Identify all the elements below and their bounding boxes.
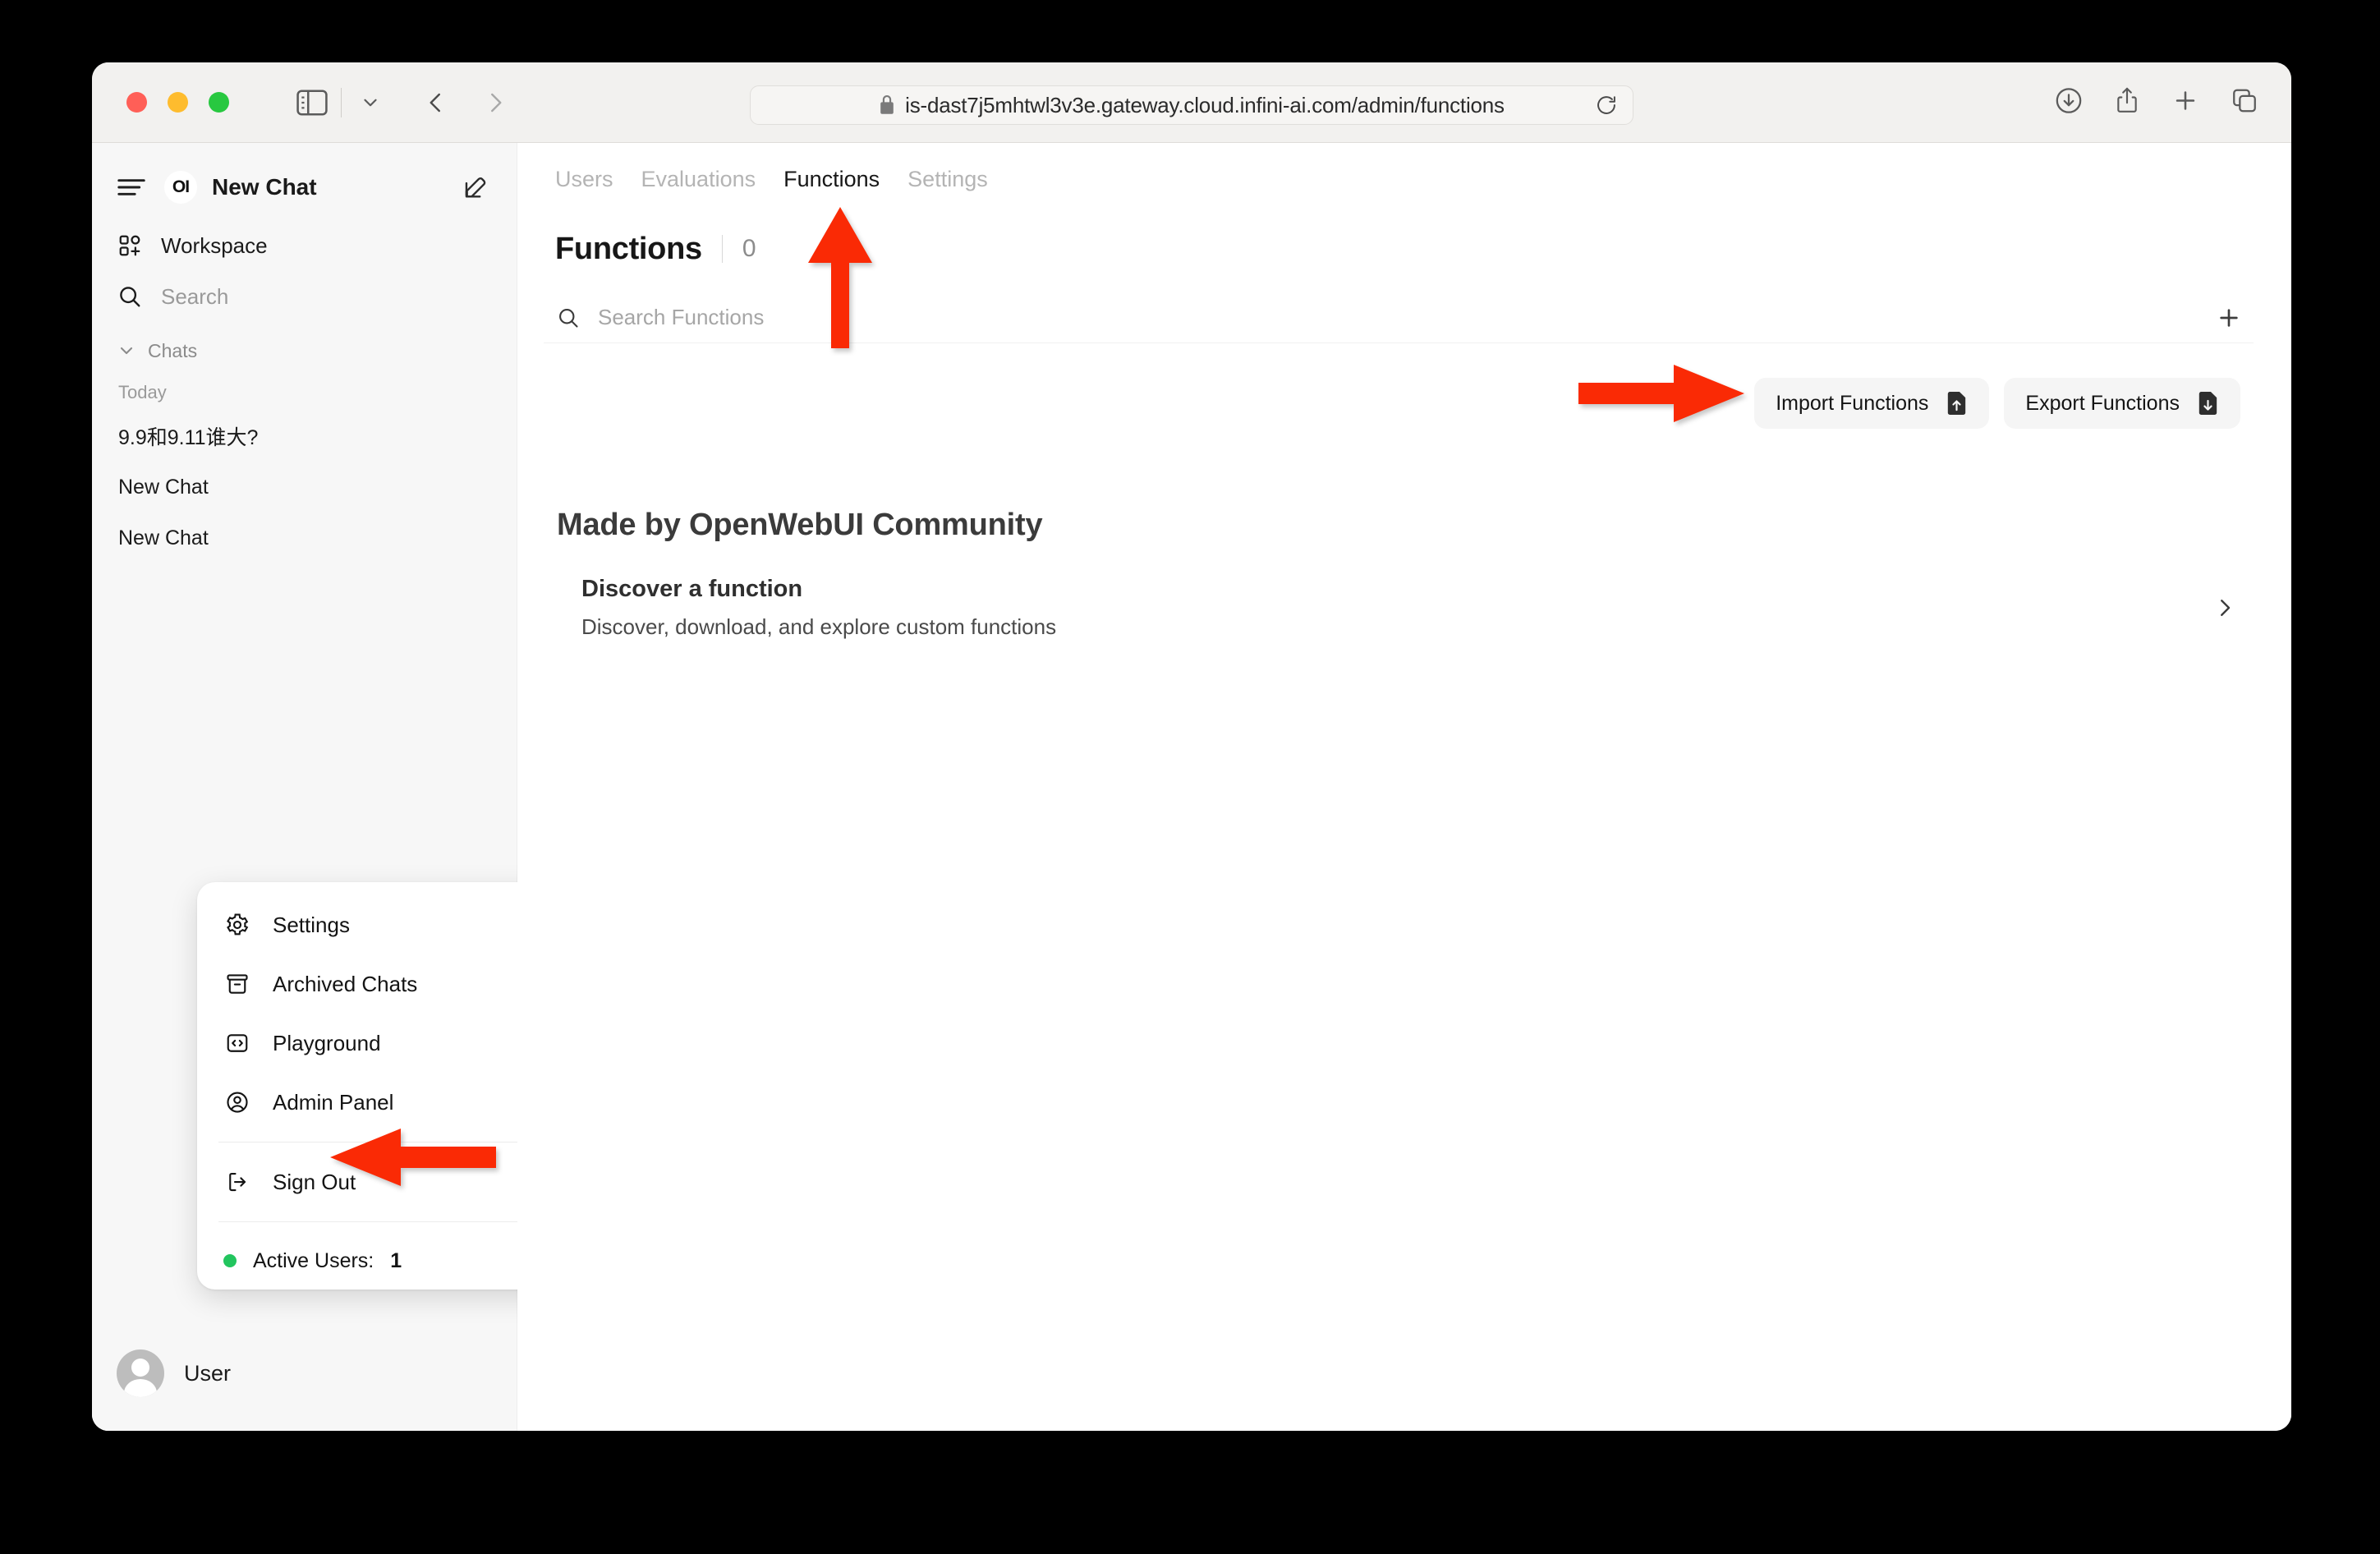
discover-function-row[interactable]: Discover a function Discover, download, … <box>557 576 2254 640</box>
export-functions-label: Export Functions <box>2025 391 2180 415</box>
page-title: Functions <box>555 231 702 266</box>
sidebar-item-workspace-label: Workspace <box>161 232 268 258</box>
menu-item-playground-label: Playground <box>273 1030 381 1055</box>
functions-search-row: Search Functions <box>544 292 2254 343</box>
archive-icon <box>222 972 253 996</box>
functions-count: 0 <box>742 235 756 262</box>
search-input[interactable]: Search Functions <box>598 305 764 330</box>
sidebar-header: OI New Chat <box>92 154 517 220</box>
discover-function-subtitle: Discover, download, and explore custom f… <box>581 614 1057 639</box>
sidebar-toggle-icon[interactable] <box>288 79 336 126</box>
discover-function-text: Discover a function Discover, download, … <box>581 576 1056 640</box>
code-brackets-icon <box>222 1031 253 1055</box>
menu-item-settings-label: Settings <box>273 912 350 937</box>
app-sidebar: OI New Chat Workspace Search Chats Today… <box>92 143 593 1431</box>
url-text: is-dast7j5mhtwl3v3e.gateway.cloud.infini… <box>905 92 1505 117</box>
functions-actions-row: Import Functions Export Functions <box>544 378 2254 429</box>
toolbar-right-buttons <box>2055 85 2258 119</box>
forward-arrow-icon[interactable] <box>471 79 519 126</box>
tab-overview-icon[interactable] <box>2231 86 2258 118</box>
close-window-button[interactable] <box>126 92 147 113</box>
list-item[interactable]: New Chat <box>92 513 517 563</box>
menu-item-archived-chats-label: Archived Chats <box>273 971 418 996</box>
sidebar-user-button[interactable]: User <box>92 1344 255 1403</box>
new-chat-edit-icon[interactable] <box>462 173 490 201</box>
admin-main-panel: Users Evaluations Functions Settings Fun… <box>517 143 2291 1431</box>
toolbar-divider <box>341 87 342 117</box>
upload-document-icon <box>1946 392 1968 415</box>
import-functions-label: Import Functions <box>1776 391 1929 415</box>
minimize-window-button[interactable] <box>168 92 188 113</box>
address-bar-container: is-dast7j5mhtwl3v3e.gateway.cloud.infini… <box>750 85 1633 125</box>
user-circle-icon <box>222 1090 253 1115</box>
search-icon <box>117 284 143 309</box>
list-item[interactable]: New Chat <box>92 462 517 513</box>
tab-functions[interactable]: Functions <box>783 167 880 192</box>
admin-tabs: Users Evaluations Functions Settings <box>544 143 2254 215</box>
downloads-icon[interactable] <box>2055 86 2083 118</box>
chevron-down-icon[interactable] <box>347 79 394 126</box>
chats-section-toggle[interactable]: Chats <box>92 327 517 375</box>
tab-users[interactable]: Users <box>555 167 613 192</box>
search-icon <box>557 306 580 329</box>
lock-icon <box>879 95 895 115</box>
page-title-row: Functions 0 <box>544 223 2254 274</box>
community-heading: Made by OpenWebUI Community <box>557 508 1043 542</box>
share-icon[interactable] <box>2114 85 2140 119</box>
avatar <box>117 1349 164 1397</box>
export-functions-button[interactable]: Export Functions <box>2004 378 2240 429</box>
chats-section-label: Chats <box>148 339 198 361</box>
gear-icon <box>222 913 253 937</box>
sidebar-toggle-group <box>288 79 394 126</box>
discover-function-title: Discover a function <box>581 576 803 602</box>
navigation-buttons <box>412 79 519 126</box>
tab-evaluations[interactable]: Evaluations <box>641 167 756 192</box>
community-section: Made by OpenWebUI Community Discover a f… <box>544 508 2254 640</box>
hamburger-menu-icon[interactable] <box>117 177 146 198</box>
annotation-arrow-left-admin-panel <box>330 1129 496 1186</box>
annotation-arrow-up-functions-tab <box>808 207 872 348</box>
list-item[interactable]: 9.9和9.11谁大? <box>92 411 517 462</box>
active-users-count: 1 <box>390 1248 402 1272</box>
browser-window: is-dast7j5mhtwl3v3e.gateway.cloud.infini… <box>92 62 2291 1431</box>
sign-out-icon <box>222 1170 253 1194</box>
status-dot-icon <box>223 1254 237 1267</box>
active-users-label: Active Users: <box>253 1248 374 1272</box>
annotation-arrow-right-import-functions <box>1578 365 1744 422</box>
title-divider <box>721 235 723 263</box>
maximize-window-button[interactable] <box>209 92 229 113</box>
sidebar-title: New Chat <box>212 174 317 200</box>
chevron-right-icon[interactable] <box>2212 595 2237 620</box>
chat-group-label: Today <box>118 382 167 402</box>
user-name: User <box>184 1360 232 1386</box>
sidebar-search-placeholder: Search <box>161 283 229 309</box>
sidebar-item-workspace[interactable]: Workspace <box>92 220 517 271</box>
tab-settings[interactable]: Settings <box>907 167 988 192</box>
import-functions-button[interactable]: Import Functions <box>1754 378 1990 429</box>
browser-toolbar: is-dast7j5mhtwl3v3e.gateway.cloud.infini… <box>92 62 2291 143</box>
add-function-button[interactable] <box>2216 305 2242 331</box>
reload-icon[interactable] <box>1595 94 1618 117</box>
new-tab-plus-icon[interactable] <box>2171 86 2199 118</box>
sidebar-search[interactable]: Search <box>92 271 517 322</box>
back-arrow-icon[interactable] <box>412 79 460 126</box>
download-document-icon <box>2198 392 2219 415</box>
chevron-down-icon <box>120 347 133 355</box>
window-traffic-lights <box>126 92 229 113</box>
page-body: OI New Chat Workspace Search Chats Today… <box>92 143 2291 1431</box>
menu-item-admin-panel-label: Admin Panel <box>273 1089 394 1115</box>
openwebui-logo: OI <box>164 171 197 204</box>
address-bar[interactable]: is-dast7j5mhtwl3v3e.gateway.cloud.infini… <box>750 85 1633 125</box>
workspace-grid-icon <box>117 233 143 258</box>
